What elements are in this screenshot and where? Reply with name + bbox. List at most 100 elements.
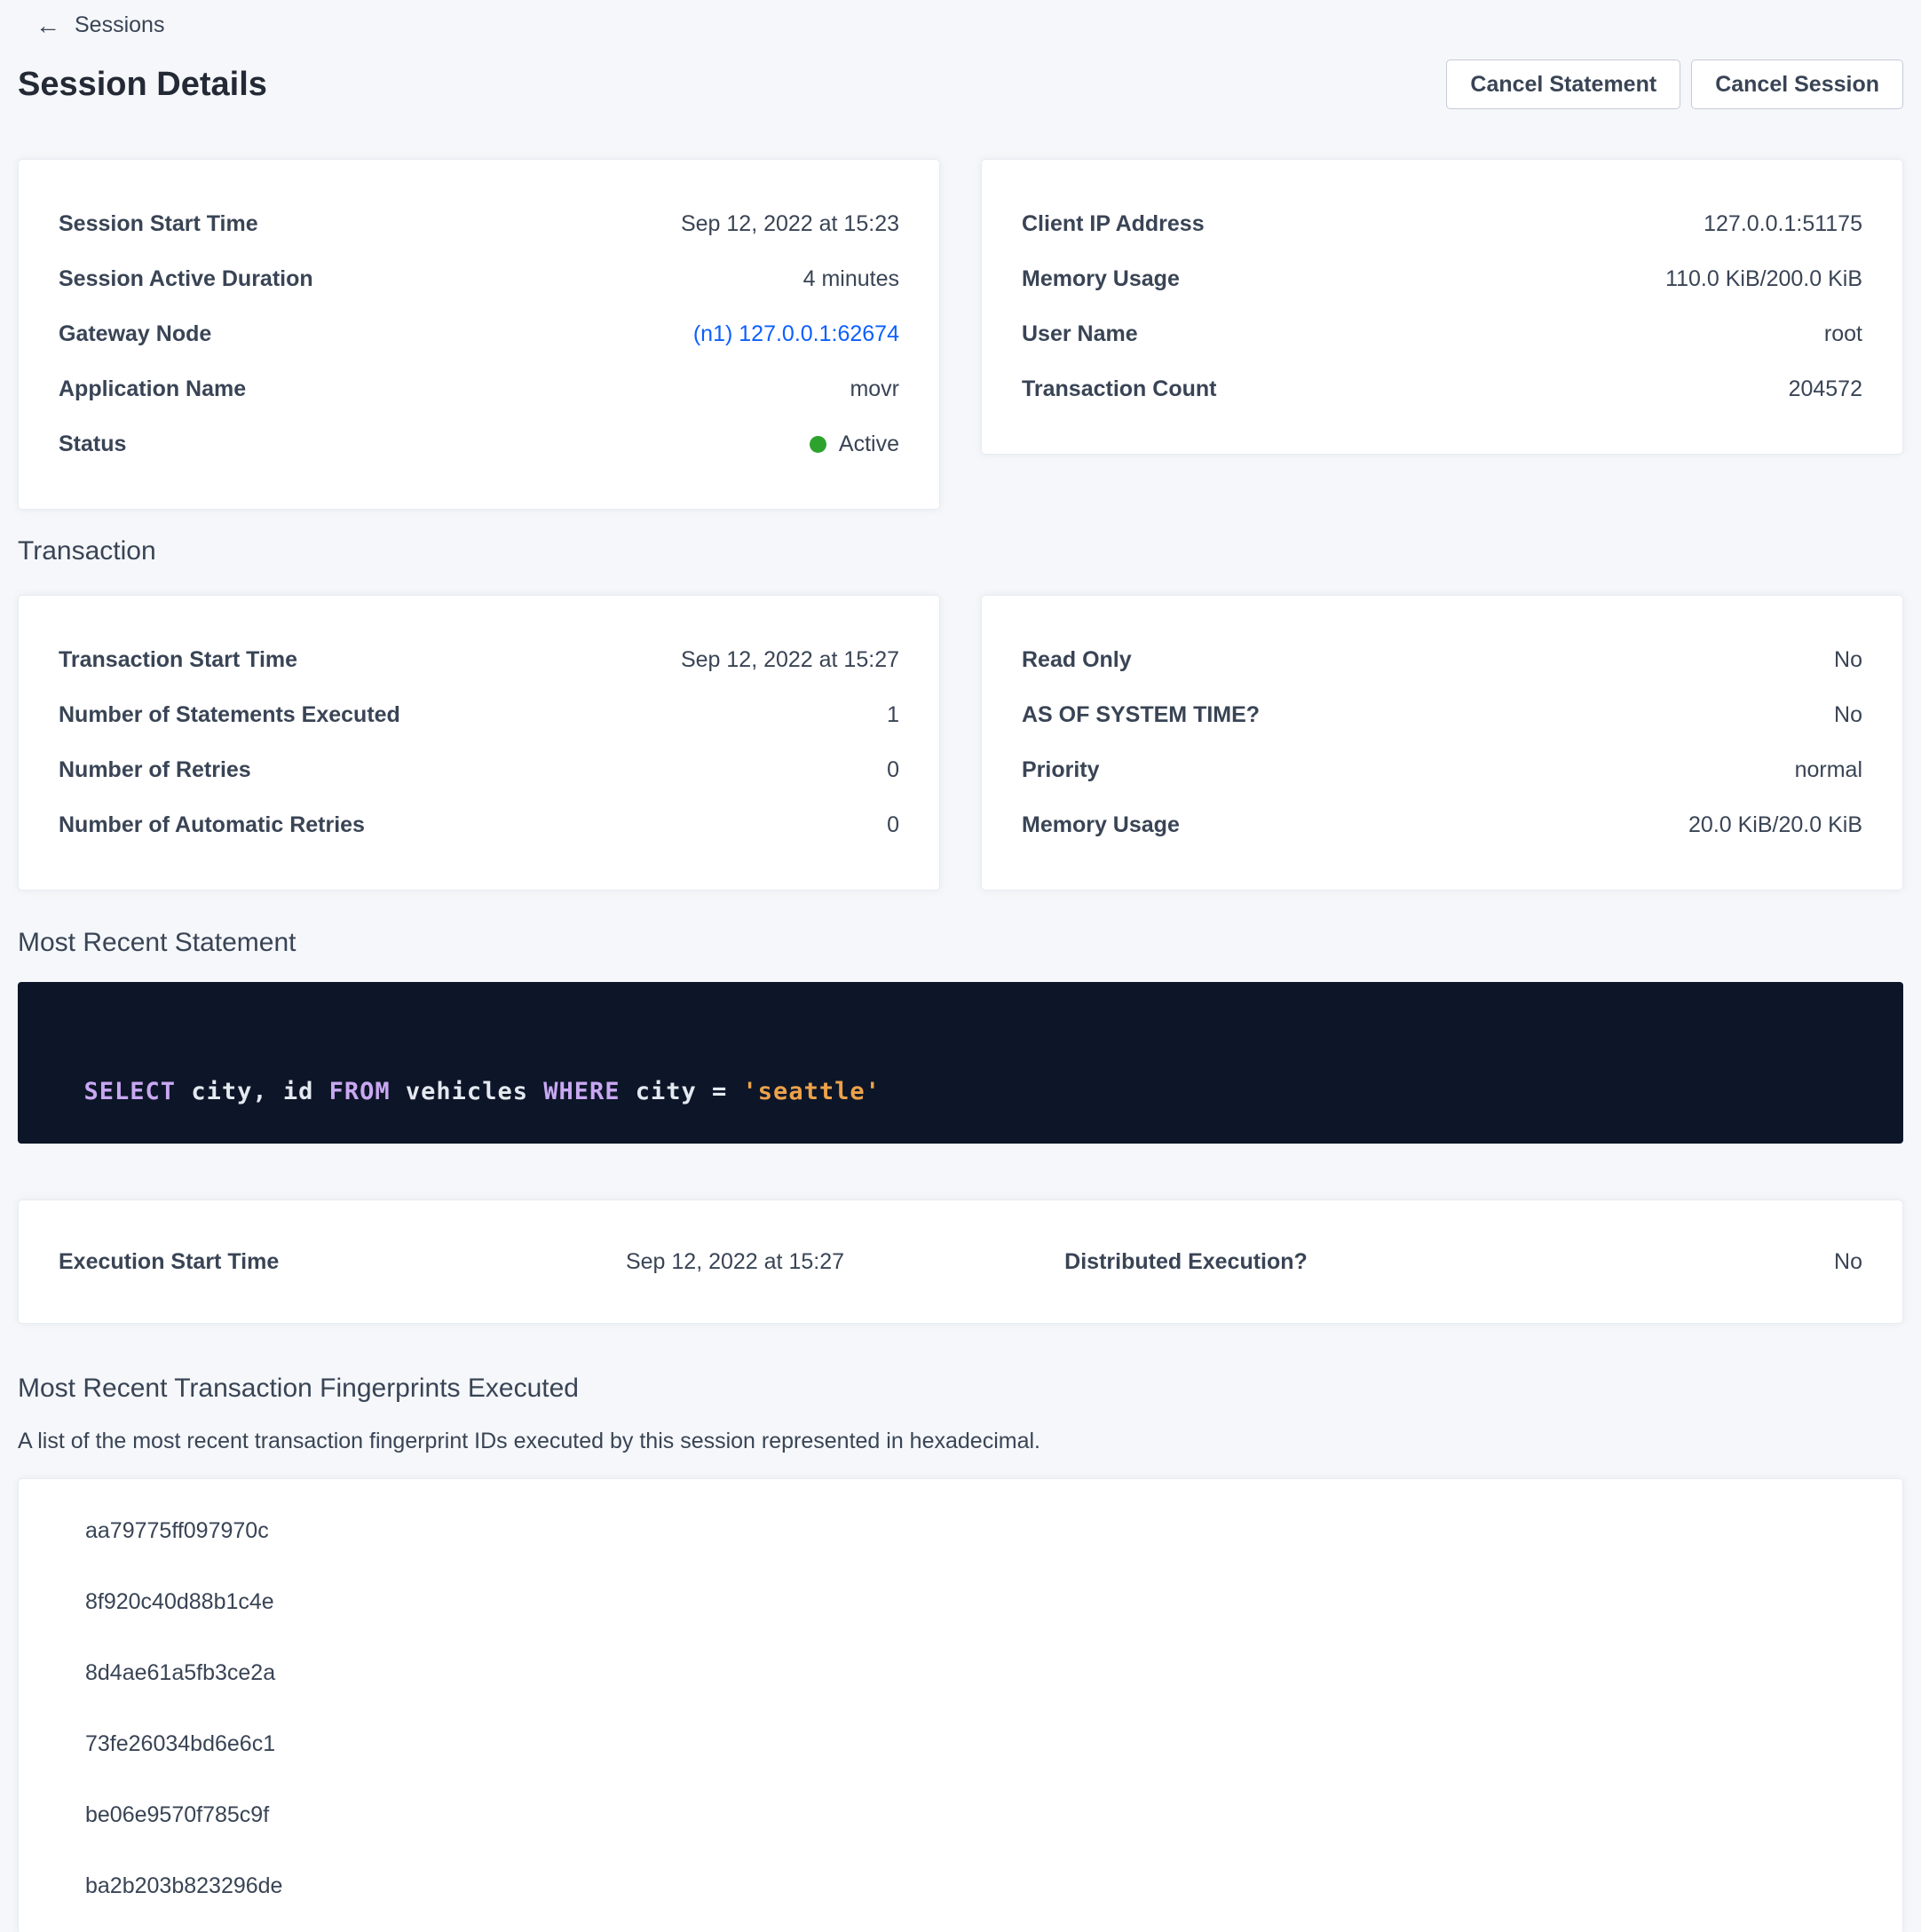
distributed-execution-label: Distributed Execution? — [960, 1249, 1411, 1275]
summary-value: Active — [810, 433, 899, 455]
summary-value-text: 1 — [887, 704, 899, 726]
execution-start-time-value: Sep 12, 2022 at 15:27 — [510, 1249, 960, 1275]
status-active-dot-icon — [810, 436, 826, 453]
sql-token: FROM — [329, 1078, 391, 1105]
summary-row: Gateway Node (n1) 127.0.0.1:62674 — [59, 323, 899, 345]
execution-card: Execution Start Time Sep 12, 2022 at 15:… — [18, 1200, 1903, 1324]
transaction-card-left: Transaction Start Time Sep 12, 2022 at 1… — [18, 595, 940, 891]
sql-statement-box: SELECT city, id FROM vehicles WHERE city… — [18, 982, 1903, 1144]
transaction-summary-row: Transaction Start Time Sep 12, 2022 at 1… — [18, 595, 1903, 891]
summary-row: AS OF SYSTEM TIME? No — [1022, 704, 1862, 726]
fingerprint-row: be06e9570f785c9f — [19, 1779, 1902, 1850]
summary-value: 4 minutes — [803, 268, 899, 290]
fingerprint-id: aa79775ff097970c — [85, 1518, 269, 1544]
summary-value: No — [1834, 704, 1862, 726]
fingerprint-row: 8f920c40d88b1c4e — [19, 1566, 1902, 1637]
summary-value: No — [1834, 649, 1862, 671]
summary-row: Priority normal — [1022, 759, 1862, 781]
summary-value-text: 20.0 KiB/20.0 KiB — [1688, 814, 1862, 836]
summary-value-text: normal — [1795, 759, 1862, 781]
sql-token: city = — [621, 1078, 743, 1105]
header-actions: Cancel Statement Cancel Session — [1446, 59, 1903, 109]
session-summary-row: Session Start Time Sep 12, 2022 at 15:23… — [18, 159, 1903, 510]
summary-value-text[interactable]: (n1) 127.0.0.1:62674 — [693, 323, 899, 345]
sql-token: vehicles — [391, 1078, 544, 1105]
summary-row: Read Only No — [1022, 649, 1862, 671]
summary-row: Client IP Address 127.0.0.1:51175 — [1022, 213, 1862, 235]
summary-value-text: 0 — [887, 759, 899, 781]
summary-row: Number of Statements Executed 1 — [59, 704, 899, 726]
summary-row: Session Start Time Sep 12, 2022 at 15:23 — [59, 213, 899, 235]
summary-value-text: root — [1824, 323, 1862, 345]
sql-token: city, id — [176, 1078, 329, 1105]
summary-value: (n1) 127.0.0.1:62674 — [693, 323, 899, 345]
summary-label: Memory Usage — [1022, 814, 1180, 836]
page-title: Session Details — [18, 66, 267, 104]
summary-label: Transaction Count — [1022, 378, 1216, 400]
summary-value-text: 0 — [887, 814, 899, 836]
summary-row: Application Name movr — [59, 378, 899, 400]
summary-value-text: 110.0 KiB/200.0 KiB — [1665, 268, 1862, 290]
summary-value-text: No — [1834, 704, 1862, 726]
summary-label: Client IP Address — [1022, 213, 1205, 235]
summary-value: 20.0 KiB/20.0 KiB — [1688, 814, 1862, 836]
summary-label: Application Name — [59, 378, 246, 400]
summary-value: Sep 12, 2022 at 15:23 — [681, 213, 899, 235]
distributed-execution-value: No — [1411, 1249, 1862, 1275]
section-title-fingerprints: Most Recent Transaction Fingerprints Exe… — [18, 1374, 1903, 1404]
summary-value-text: 127.0.0.1:51175 — [1704, 213, 1862, 235]
summary-label: User Name — [1022, 323, 1138, 345]
summary-label: Transaction Start Time — [59, 649, 297, 671]
sql-token: SELECT — [84, 1078, 177, 1105]
fingerprint-row: 8d4ae61a5fb3ce2a — [19, 1637, 1902, 1708]
sql-token: WHERE — [543, 1078, 620, 1105]
summary-row: Status Active — [59, 433, 899, 455]
section-title-most-recent-statement: Most Recent Statement — [18, 928, 1903, 958]
summary-value: Sep 12, 2022 at 15:27 — [681, 649, 899, 671]
back-link-label: Sessions — [75, 12, 164, 38]
fingerprint-id: be06e9570f785c9f — [85, 1802, 269, 1828]
back-link[interactable]: ← Sessions — [36, 12, 164, 38]
fingerprint-id: 73fe26034bd6e6c1 — [85, 1731, 275, 1757]
fingerprint-id: ba2b203b823296de — [85, 1873, 282, 1899]
summary-row: Memory Usage 20.0 KiB/20.0 KiB — [1022, 814, 1862, 836]
summary-value-text: movr — [850, 378, 899, 400]
fingerprint-id: 8d4ae61a5fb3ce2a — [85, 1660, 275, 1686]
cancel-session-button[interactable]: Cancel Session — [1691, 59, 1903, 109]
execution-start-time-label: Execution Start Time — [59, 1249, 510, 1275]
summary-value: root — [1824, 323, 1862, 345]
summary-value: 0 — [887, 814, 899, 836]
fingerprint-row: 73fe26034bd6e6c1 — [19, 1708, 1902, 1779]
summary-value: 0 — [887, 759, 899, 781]
summary-label: AS OF SYSTEM TIME? — [1022, 704, 1260, 726]
summary-label: Memory Usage — [1022, 268, 1180, 290]
summary-value-text: Sep 12, 2022 at 15:27 — [681, 649, 899, 671]
summary-value-text: Active — [839, 433, 899, 455]
fingerprint-row: ba2b203b823296de — [19, 1850, 1902, 1921]
summary-value-text: 204572 — [1789, 378, 1862, 400]
summary-label: Number of Statements Executed — [59, 704, 400, 726]
fingerprints-card: aa79775ff097970c 8f920c40d88b1c4e 8d4ae6… — [18, 1478, 1903, 1932]
summary-value-text: 4 minutes — [803, 268, 899, 290]
back-arrow-icon: ← — [36, 13, 60, 38]
summary-value-text: Sep 12, 2022 at 15:23 — [681, 213, 899, 235]
summary-value: 127.0.0.1:51175 — [1704, 213, 1862, 235]
summary-label: Read Only — [1022, 649, 1132, 671]
fingerprint-id: 8f920c40d88b1c4e — [85, 1589, 274, 1615]
cancel-statement-button[interactable]: Cancel Statement — [1446, 59, 1680, 109]
summary-row: User Name root — [1022, 323, 1862, 345]
summary-row: Session Active Duration 4 minutes — [59, 268, 899, 290]
sql-token: 'seattle' — [743, 1078, 881, 1105]
summary-value-text: No — [1834, 649, 1862, 671]
summary-label: Session Active Duration — [59, 268, 313, 290]
summary-row: Number of Automatic Retries 0 — [59, 814, 899, 836]
session-details-page: ← Sessions Session Details Cancel Statem… — [0, 0, 1921, 1932]
fingerprints-subtitle: A list of the most recent transaction fi… — [18, 1429, 1903, 1454]
session-info-card-right: Client IP Address 127.0.0.1:51175 Memory… — [981, 159, 1903, 455]
summary-value: normal — [1795, 759, 1862, 781]
fingerprint-row: aa79775ff097970c — [19, 1495, 1902, 1566]
section-title-transaction: Transaction — [18, 536, 1903, 566]
summary-label: Gateway Node — [59, 323, 211, 345]
summary-row: Transaction Start Time Sep 12, 2022 at 1… — [59, 649, 899, 671]
summary-row: Memory Usage 110.0 KiB/200.0 KiB — [1022, 268, 1862, 290]
